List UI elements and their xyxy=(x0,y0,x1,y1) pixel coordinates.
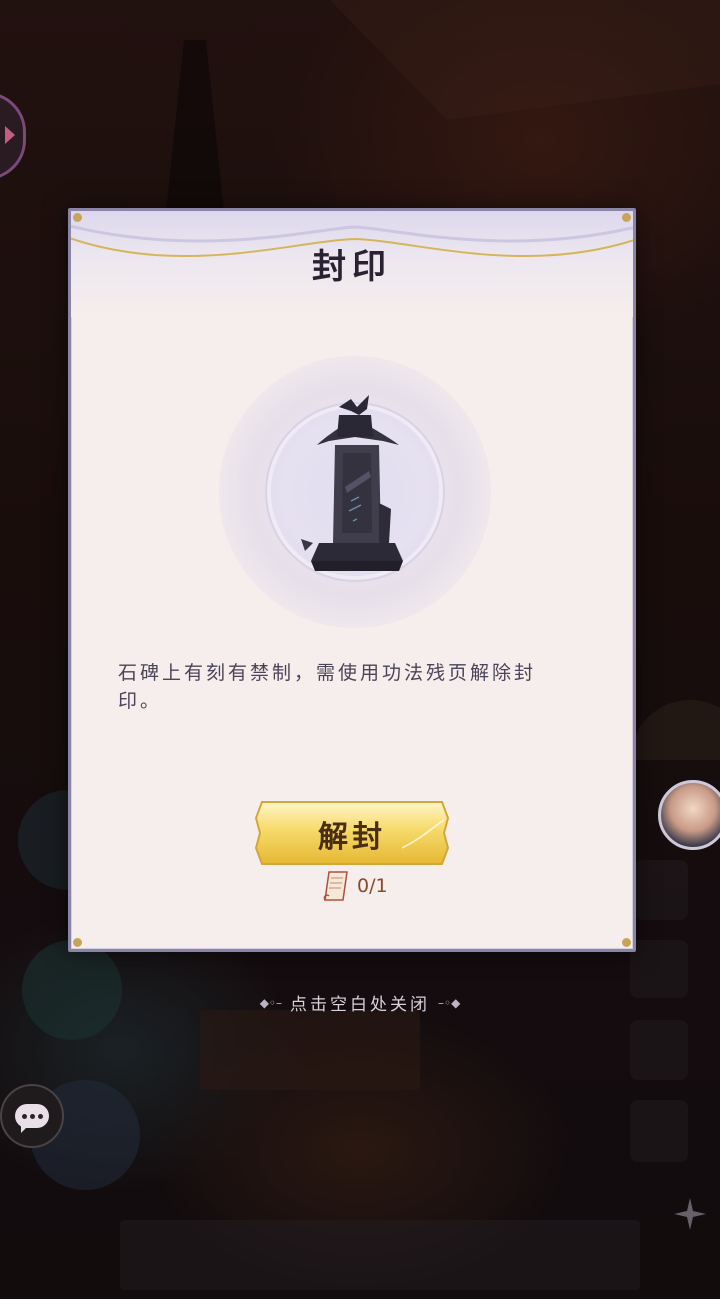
scroll-page-icon xyxy=(323,871,348,901)
seal-dialog: 封印 石碑上有刻有禁制，需使用功法残页解除封印。 解封 0/1 xyxy=(68,208,636,952)
frame-corner xyxy=(622,938,631,947)
close-hint-text: 点击空白处关闭 xyxy=(290,995,430,1015)
close-hint[interactable]: ◆◦– 点击空白处关闭 –◦◆ xyxy=(0,990,720,1015)
chat-button[interactable] xyxy=(0,1084,64,1148)
stone-stele-icon xyxy=(301,395,403,571)
unseal-cost: 0/1 xyxy=(321,869,388,903)
dialog-description: 石碑上有刻有禁制，需使用功法残页解除封印。 xyxy=(118,662,537,712)
cost-count: 0/1 xyxy=(357,875,388,897)
compass-star-icon[interactable] xyxy=(672,1196,708,1232)
frame-corner xyxy=(73,213,82,222)
hint-ornament-left: ◆◦– xyxy=(259,995,282,1010)
hint-ornament-right: –◦◆ xyxy=(438,995,461,1010)
unseal-button-label: 解封 xyxy=(318,820,386,855)
chat-bubble-icon xyxy=(15,1104,49,1133)
character-avatar[interactable] xyxy=(658,780,720,850)
unseal-button[interactable]: 解封 xyxy=(252,798,452,868)
frame-corner xyxy=(73,938,82,947)
dialog-title: 封印 xyxy=(312,247,392,287)
frame-corner xyxy=(622,213,631,222)
